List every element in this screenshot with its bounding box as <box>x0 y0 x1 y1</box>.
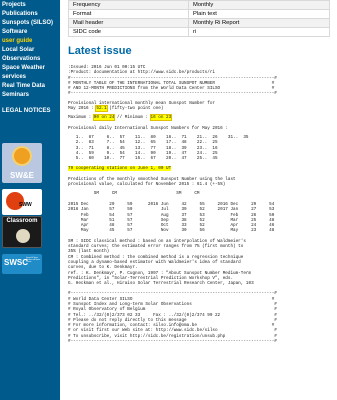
bulletin-footer: #---------------------------------------… <box>68 291 277 345</box>
min-value: 16 on 23 <box>149 114 173 122</box>
sidebar-item-real-time-data[interactable]: Real Time Data <box>0 82 60 91</box>
section-title: Latest issue <box>68 45 132 57</box>
sidebar-item-local-solar-observations[interactable]: Local Solar Observations <box>0 46 60 64</box>
swe-logo-sun-icon <box>14 148 30 164</box>
sidebar-item-space-weather-services[interactable]: Space Weather services <box>0 64 60 82</box>
table-row: SIDC code ri <box>68 27 330 37</box>
table-row: Mail header Monthly Ri Report <box>68 18 330 28</box>
max-min-line: Maximum : 90 on 24 // Minimum : 16 on 23 <box>68 114 173 122</box>
sidebar-item-seminars[interactable]: Seminars <box>0 91 60 100</box>
sww-logo[interactable]: SWW <box>2 189 42 215</box>
daily-title: Provisional daily International Sunspot … <box>68 125 228 131</box>
sidebar-item-sunspots[interactable]: Sunspots (SILSO) <box>0 19 60 28</box>
swsc-logo[interactable]: SWSC Journal of Space Weather and Space … <box>2 254 42 274</box>
bulletin-header: :Issued: 2016 Jun 01 00:15 UTC :Product:… <box>68 65 277 97</box>
classroom-logo-sun-icon <box>16 229 30 243</box>
daily-table: 1.. 87 6.. 57 11.. 80 16.. 71 21.. 26 31… <box>75 134 249 162</box>
table-row: Frequency Monthly <box>68 0 330 10</box>
product-meta-table: Frequency Monthly Format Plain text Mail h… <box>68 0 330 37</box>
sidebar-item-user-guide[interactable]: user guide <box>0 37 60 46</box>
monthly-mean: Provisional international monthly mean S… <box>68 100 215 113</box>
max-value: 90 on 24 <box>92 114 116 122</box>
table-row: Format Plain text <box>68 9 330 19</box>
sidebar-item-projects[interactable]: Projects <box>0 1 60 10</box>
sidebar-item-software[interactable]: Software <box>0 28 60 37</box>
predictions-intro: Predictions of the monthly smoothed Suns… <box>68 176 236 188</box>
sidebar-item-publications[interactable]: Publications <box>0 10 60 19</box>
classroom-logo[interactable]: Classroom <box>2 216 42 248</box>
sidebar: Projects Publications Sunspots (SILSO) S… <box>0 0 60 400</box>
predictions-table: SM CM SM CM 2015 Dec 29 59 2016 Jun 42 5… <box>68 191 275 234</box>
monthly-mean-value: 52.1 <box>95 105 108 113</box>
legal-notices-link[interactable]: LEGAL NOTICES <box>0 107 60 116</box>
stations-line: 79 cooperating stations on June 1, 00 UT <box>68 166 172 172</box>
method-notes: SM : SIDC classical method : based on an… <box>68 238 254 287</box>
main-content: Frequency Monthly Format Plain text Mail h… <box>60 0 337 400</box>
swe-logo[interactable]: SW&E <box>2 143 42 183</box>
